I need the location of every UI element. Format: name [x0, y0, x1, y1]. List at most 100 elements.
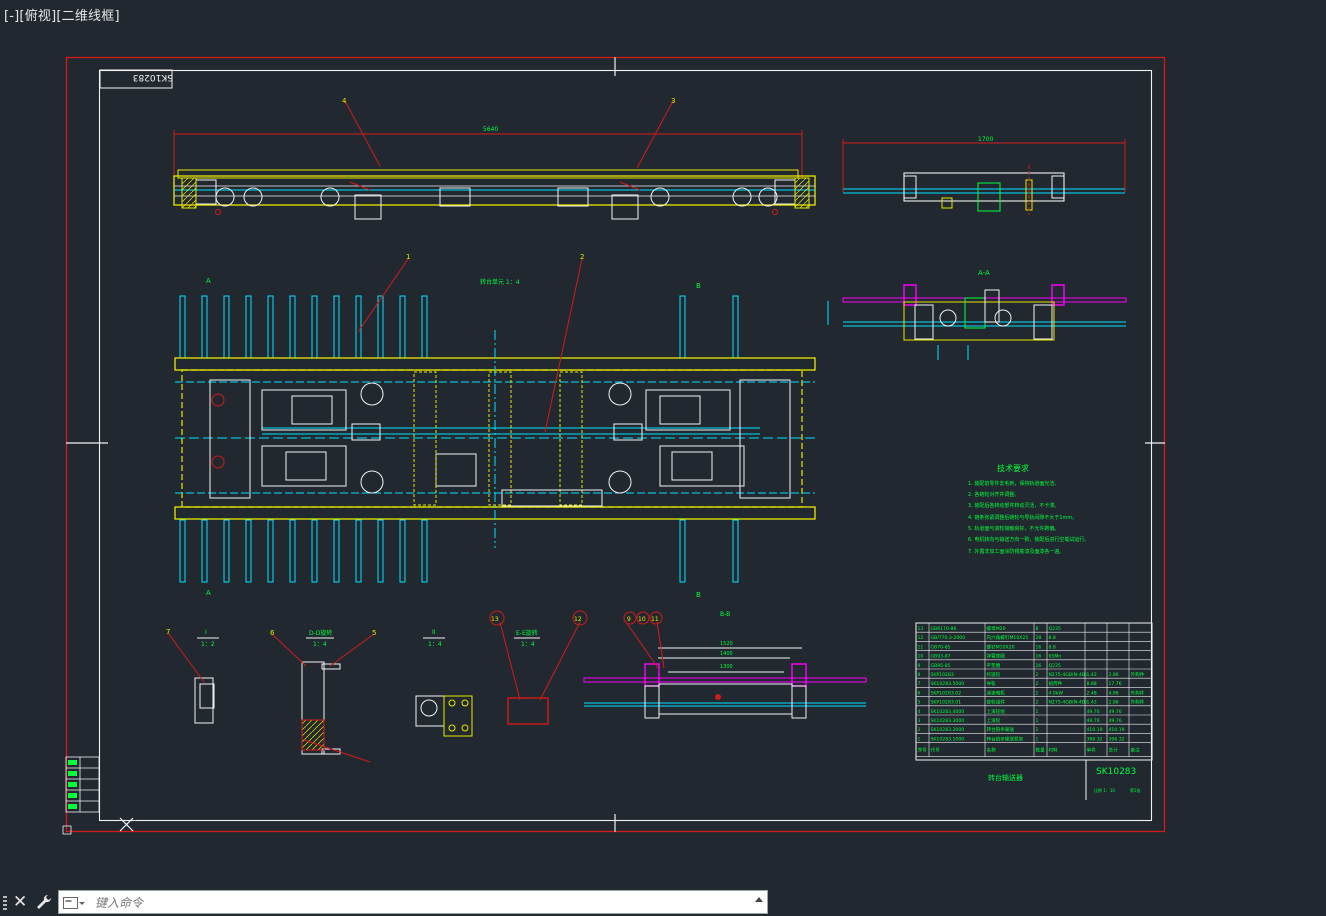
bom-cell: GB93-87 [931, 654, 951, 660]
bom-cell: Q235 [1049, 626, 1061, 632]
bom-cell: 6 [918, 690, 921, 696]
bom-cell: 17.76 [1109, 681, 1122, 687]
bom-cell: N275-4GB(N-4B) [1049, 700, 1087, 706]
balloon-7: 7 [166, 628, 170, 636]
detail-3-scale: 1：4 [428, 641, 442, 648]
balloon-9: 9 [627, 616, 631, 623]
bom-cell: 8.88 [1087, 681, 1097, 687]
bom-header-cell: 代号 [931, 747, 941, 754]
bom-cell: 7 [918, 681, 921, 687]
bom-cell: 410.19 [1109, 727, 1125, 733]
bom-cell: 396.32 [1087, 736, 1103, 742]
bom-cell: 上滚轮 [987, 717, 1001, 724]
bom-cell: 1.43 [1087, 700, 1097, 706]
bom-cell: 弹簧垫圈 [987, 653, 1006, 660]
command-prompt-icon[interactable] [63, 896, 85, 910]
close-icon[interactable]: ✕ [13, 892, 27, 912]
bom-header-cell: 总计 [1109, 747, 1119, 754]
bom-cell: 3 [918, 718, 921, 724]
detail-3-label: II [432, 629, 436, 636]
bom-cell: 49.76 [1109, 718, 1122, 724]
bom-cell: 2.48 [1087, 690, 1097, 696]
dim-top-length: 5640 [483, 126, 498, 133]
tech-note-7: 7. 外露非加工面涂防锈底漆及面漆各一遍。 [968, 548, 1064, 555]
bom-cell: 49.76 [1087, 718, 1100, 724]
title-scale: 比例 1：10 [1094, 787, 1115, 793]
bom-cell: 5 [918, 700, 921, 706]
title-sheet: 第1张 [1130, 787, 1141, 793]
title-block: 转台输送器 SK10283 比例 1：10 第1张 [916, 759, 1152, 800]
bom-cell: 16 [1036, 654, 1042, 660]
bom-cell: SK10283.1000 [931, 736, 965, 742]
bom-cell: 65Mn [1049, 654, 1062, 660]
command-bar: ✕ [0, 888, 770, 916]
sheet-border-red [65, 56, 1166, 833]
bom-cell: 2 [1036, 672, 1039, 678]
tech-note-4: 4. 链条张紧调整后链轮与导轨间隙不大于1mm。 [968, 514, 1077, 521]
technical-requirements: 技术要求 1. 装配前零件去毛刺，保持轨道面光洁。 2. 各链轮对齐并调整。 3… [968, 463, 1089, 555]
bom-cell: 2.86 [1109, 700, 1119, 706]
bom-cell: 4.96 [1109, 690, 1119, 696]
bill-of-materials: 13 GB6170-86 螺母M20 8 Q23512 GB/T70.3-2000 内六角螺… [915, 622, 1153, 761]
elevation-view: 5640 [173, 126, 816, 220]
plan-view: 转台单元 1：4 A A B B [174, 277, 816, 599]
balloon-5: 5 [372, 629, 376, 637]
history-arrow-icon[interactable] [755, 897, 763, 902]
bom-cell: 转台链条输送 [987, 726, 1015, 733]
bom-cell: 减速电机 [987, 689, 1006, 696]
bom-cell: SKP10283 [931, 672, 954, 678]
label-a-bottom: A [206, 589, 211, 597]
bom-cell: 1.43 [1087, 672, 1097, 678]
detail-2-label: D-D旋转 [309, 629, 332, 637]
bom-cell: 410.19 [1087, 727, 1103, 733]
label-aa: A-A [978, 269, 990, 277]
bom-cell: GB70-85 [931, 644, 951, 650]
revision-marks [68, 760, 77, 809]
bom-cell: 1 [1036, 736, 1039, 742]
bom-cell: 导轨 [987, 680, 997, 687]
bom-cell: 8 [1036, 626, 1039, 632]
bom-cell: 外购件 [1131, 699, 1145, 706]
bom-cell: 螺钉M10X20 [987, 643, 1015, 650]
bom-header-cell: 单件 [1087, 747, 1097, 754]
detail-1-label: I [205, 629, 207, 636]
bom-cell: 8.8 [1049, 635, 1056, 641]
bom-cell: 8.8 [1049, 644, 1056, 650]
bom-cell: 组焊件 [1049, 680, 1063, 687]
stamp-text: SK10283 [133, 72, 173, 82]
balloon-4: 4 [342, 97, 347, 105]
drawing-canvas[interactable]: SK10283 5640 4 3 1700 A-A 转台单元 1：4 A A B… [0, 0, 1326, 886]
bom-cell: SK10283.5000 [931, 681, 965, 687]
bom-header-cell: 序号 [918, 747, 928, 754]
bom-cell: 1 [1036, 727, 1039, 733]
balloon-12: 12 [574, 616, 582, 623]
title-code: SK10283 [1096, 767, 1136, 777]
detail-1-scale: 1：2 [201, 641, 215, 648]
command-input[interactable] [93, 893, 737, 913]
bom-cell: 11 [918, 644, 924, 650]
detail-4-scale: 1：4 [521, 641, 535, 648]
bom-cell: GB/T70.3-2000 [931, 635, 966, 641]
plan-note: 转台单元 1：4 [480, 278, 520, 286]
bom-cell: 螺母M20 [987, 625, 1006, 632]
dim-bb-3: 1300 [720, 664, 733, 670]
bom-cell: 1 [1036, 718, 1039, 724]
bom-cell: 16 [1036, 644, 1042, 650]
wrench-icon[interactable] [34, 892, 54, 912]
bom-cell: 外购件 [1131, 671, 1145, 678]
bom-cell: 12 [918, 635, 924, 641]
tech-note-6: 6. 电机转向与输送方向一致，装配后进行空载试运行。 [968, 536, 1089, 543]
bom-cell: 1 [918, 736, 921, 742]
bom-cell: 13 [918, 626, 924, 632]
grip-handle[interactable] [3, 896, 7, 910]
bom-cell: 1 [1036, 709, 1039, 715]
bom-cell: 2 [1036, 700, 1039, 706]
tech-note-2: 2. 各链轮对齐并调整。 [968, 491, 1019, 498]
bom-cell: SKP10283.01 [931, 700, 962, 706]
bom-cell: 4 [918, 709, 921, 715]
bom-cell: 9 [918, 663, 921, 669]
command-line-field[interactable] [58, 890, 768, 914]
bom-cell: GB95-85 [931, 663, 951, 669]
bom-header-cell: 材料 [1049, 747, 1059, 754]
bom-cell: 396.32 [1109, 736, 1125, 742]
